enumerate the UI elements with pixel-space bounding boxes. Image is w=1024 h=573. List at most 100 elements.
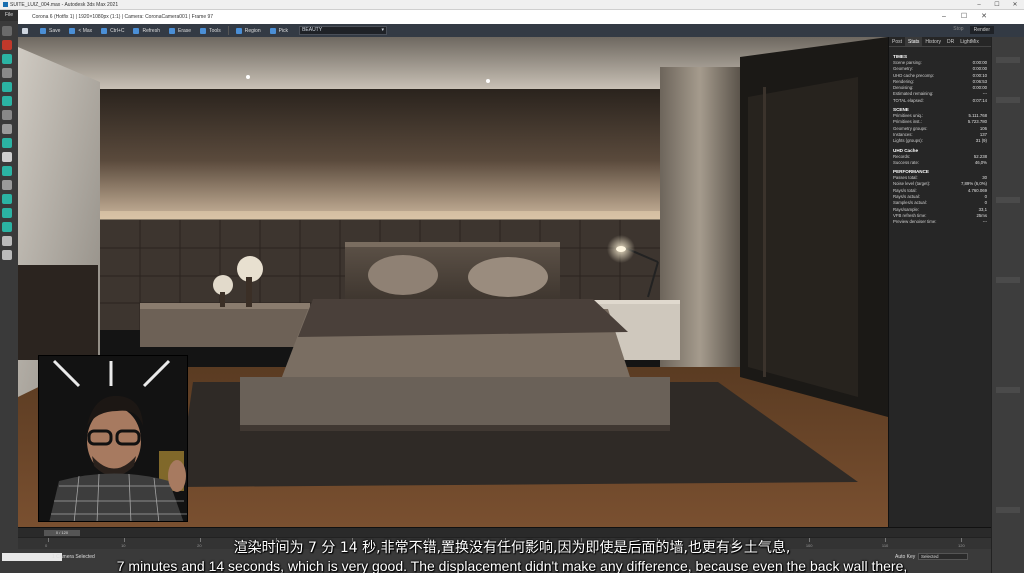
minimize-icon[interactable]: – bbox=[970, 0, 988, 10]
tools-button[interactable]: Tools bbox=[198, 25, 223, 36]
tools-icon bbox=[200, 27, 207, 34]
ruler-label: 10 bbox=[121, 543, 126, 548]
layer-icon[interactable] bbox=[2, 236, 12, 246]
scale-icon[interactable] bbox=[2, 180, 12, 190]
tab-dr[interactable]: DR bbox=[944, 37, 957, 46]
time-ruler[interactable]: 0 10 20 30 40 50 60 70 80 90 100 110 120 bbox=[18, 537, 991, 549]
refresh-button[interactable]: Refresh bbox=[131, 25, 162, 36]
stats-body: TIMES Scene parsing: 0:00:00 Geometry: 0:00:… bbox=[889, 47, 991, 230]
pick-icon bbox=[269, 27, 276, 34]
pick-label: Pick bbox=[278, 27, 289, 34]
redo-icon[interactable] bbox=[2, 40, 12, 50]
region-icon bbox=[235, 27, 242, 34]
erase-button[interactable]: Erase bbox=[167, 25, 193, 36]
tab-stats[interactable]: Stats bbox=[905, 37, 923, 46]
vfb-window-controls: – ☐ ✕ bbox=[934, 10, 994, 24]
stats-row-label: TOTAL elapsed: bbox=[893, 97, 924, 103]
select-name-icon[interactable] bbox=[2, 124, 12, 134]
save-icon bbox=[40, 27, 46, 34]
stats-row-label: Preview denoiser time: bbox=[893, 219, 937, 225]
undo-icon[interactable] bbox=[2, 26, 12, 36]
time-slider[interactable]: 0 / 120 bbox=[44, 530, 80, 536]
screen: SUITE_LUIZ_004.max - Autodesk 3ds Max 20… bbox=[0, 0, 1024, 573]
unlink-icon[interactable] bbox=[2, 68, 12, 78]
stats-row: Preview denoiser time: --- bbox=[893, 219, 987, 225]
command-panel-rollout[interactable] bbox=[996, 387, 1020, 393]
ruler-tick bbox=[580, 538, 582, 542]
light-icon[interactable] bbox=[2, 250, 12, 260]
pick-button[interactable]: Pick bbox=[268, 25, 290, 36]
vfb-minimize-icon[interactable]: – bbox=[934, 10, 954, 24]
ruler-tick bbox=[808, 538, 810, 542]
vfb-undo-button[interactable] bbox=[20, 25, 33, 36]
stats-row-value: 46,0% bbox=[974, 159, 987, 165]
mirror-icon[interactable] bbox=[2, 208, 12, 218]
stats-row-value: --- bbox=[982, 219, 987, 225]
stats-row-label: Success rate: bbox=[893, 159, 920, 165]
ruler-tick bbox=[732, 538, 734, 542]
stop-button[interactable]: Stop bbox=[953, 26, 963, 34]
stats-panel: Post Stats History DR LightMix TIMES Scene pa… bbox=[888, 37, 991, 527]
align-icon[interactable] bbox=[2, 222, 12, 232]
stats-row-value: 0:07:14 bbox=[972, 97, 987, 103]
command-panel-rollout[interactable] bbox=[996, 97, 1020, 103]
copy-button[interactable]: Ctrl+C bbox=[99, 25, 126, 36]
ruler-tick bbox=[200, 538, 202, 542]
ruler-label: 50 bbox=[425, 543, 430, 548]
vfb-close-icon[interactable]: ✕ bbox=[974, 10, 994, 24]
to-max-button[interactable]: < Max bbox=[67, 25, 94, 36]
timeline[interactable]: 0 / 120 bbox=[18, 527, 991, 537]
vfb-toolbar: Save < Max Ctrl+C Refresh Erase Tools Re… bbox=[18, 24, 1024, 37]
close-icon[interactable]: ✕ bbox=[1006, 0, 1024, 10]
link-icon[interactable] bbox=[2, 54, 12, 64]
command-panel-rollout[interactable] bbox=[996, 197, 1020, 203]
command-panel-partial bbox=[991, 37, 1024, 573]
to-max-icon bbox=[69, 27, 76, 34]
ruler-label: 100 bbox=[805, 543, 813, 548]
ruler-tick bbox=[48, 538, 49, 542]
ruler-label: 80 bbox=[653, 543, 659, 548]
bind-icon[interactable] bbox=[2, 82, 12, 92]
region-label: Region bbox=[244, 27, 261, 34]
status-bar: 1 Camera Selected Auto Key Selected bbox=[0, 549, 991, 573]
ruler-label: 40 bbox=[349, 543, 354, 548]
maximize-icon[interactable]: ☐ bbox=[988, 0, 1006, 10]
ruler-label: 0 bbox=[45, 543, 48, 548]
stats-row-value: 31 (9) bbox=[975, 138, 987, 144]
render-button[interactable]: Render bbox=[969, 26, 994, 34]
app-titlebar: SUITE_LUIZ_004.max - Autodesk 3ds Max 20… bbox=[0, 0, 1024, 10]
region-button[interactable]: Region bbox=[234, 25, 263, 36]
rotate-icon[interactable] bbox=[2, 166, 12, 176]
stats-row: Lights (groups): 31 (9) bbox=[893, 138, 987, 144]
menu-file[interactable]: File bbox=[0, 10, 18, 21]
ruler-label: 30 bbox=[273, 543, 278, 548]
copy-label: Ctrl+C bbox=[110, 27, 125, 34]
move-icon[interactable] bbox=[2, 152, 12, 162]
vfb-maximize-icon[interactable]: ☐ bbox=[954, 10, 974, 24]
snap-icon[interactable] bbox=[2, 194, 12, 204]
vfb-title: Corona 6 (Hotfix 1) | 1920×1080px (1:1) … bbox=[32, 14, 214, 20]
rect-select-icon[interactable] bbox=[2, 138, 12, 148]
command-panel-rollout[interactable] bbox=[996, 57, 1020, 63]
key-filter-select[interactable]: Selected bbox=[918, 553, 968, 560]
ruler-tick bbox=[124, 538, 126, 542]
tab-history[interactable]: History bbox=[922, 37, 944, 46]
refresh-icon bbox=[133, 27, 140, 34]
select-icon[interactable] bbox=[2, 96, 12, 106]
presenter-video bbox=[39, 356, 187, 521]
auto-key-button[interactable]: Auto Key bbox=[895, 554, 915, 560]
tab-lightmix[interactable]: LightMix bbox=[957, 37, 982, 46]
copy-icon bbox=[101, 27, 108, 34]
render-element-select[interactable]: BEAUTY bbox=[299, 26, 388, 35]
command-panel-rollout[interactable] bbox=[996, 277, 1020, 283]
tools-label: Tools bbox=[209, 27, 221, 34]
save-button[interactable]: Save bbox=[38, 25, 62, 36]
ruler-tick bbox=[884, 538, 886, 542]
webcam-overlay bbox=[38, 355, 188, 522]
tab-post[interactable]: Post bbox=[889, 37, 905, 46]
filter-icon[interactable] bbox=[2, 110, 12, 120]
ruler-label: 110 bbox=[881, 543, 889, 548]
app-logo-icon bbox=[3, 2, 8, 7]
stats-row: TOTAL elapsed: 0:07:14 bbox=[893, 98, 987, 104]
command-panel-rollout[interactable] bbox=[996, 507, 1020, 513]
